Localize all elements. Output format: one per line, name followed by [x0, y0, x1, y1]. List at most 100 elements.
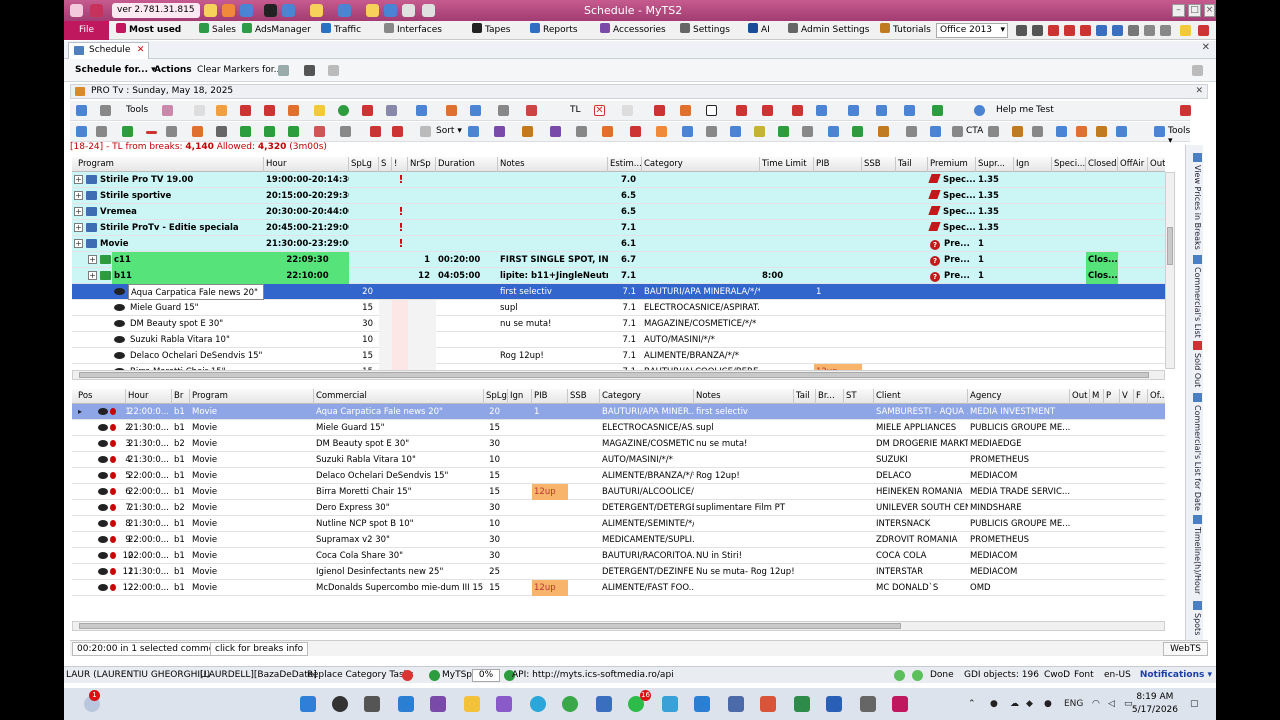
- column-header-splg[interactable]: SpLg: [349, 157, 379, 172]
- grid-icon-10[interactable]: [392, 126, 403, 137]
- tray-chevron-icon[interactable]: ⌃: [968, 699, 976, 709]
- clock-icon[interactable]: [498, 105, 509, 116]
- app-icon-3[interactable]: [662, 696, 678, 712]
- quick-access-icon-2[interactable]: [240, 4, 253, 17]
- close-tab-icon[interactable]: ✕: [137, 43, 145, 58]
- sort-icon[interactable]: [420, 126, 431, 137]
- grid-icon-4[interactable]: [192, 126, 203, 137]
- grid-icon-22[interactable]: [754, 126, 765, 137]
- program-row[interactable]: + Stirile Pro TV 19.00 19:00:00-20:14:30! 7…: [72, 172, 1165, 188]
- maximize-button[interactable]: □: [1188, 4, 1201, 17]
- grid-icon-21[interactable]: [730, 126, 741, 137]
- column-header-closed[interactable]: Closed: [1086, 157, 1118, 172]
- menu-admin-settings[interactable]: Admin Settings: [788, 21, 869, 40]
- grid-icon-18[interactable]: [656, 126, 667, 137]
- column-header-program[interactable]: Program: [190, 389, 314, 404]
- sort-button[interactable]: Sort ▾: [436, 126, 462, 136]
- tab-view-prices-in-breaks[interactable]: View Prices in Breaks: [1188, 153, 1202, 250]
- quick-access-icon-4[interactable]: [282, 4, 295, 17]
- column-header-pos[interactable]: Pos: [76, 389, 126, 404]
- expand-toggle-icon[interactable]: +: [74, 175, 83, 184]
- text-size-icon[interactable]: [1016, 25, 1027, 36]
- grid-icon-17[interactable]: [630, 126, 641, 137]
- grid-icon-19[interactable]: [682, 126, 693, 137]
- microphone-icon[interactable]: ●: [1044, 699, 1052, 709]
- commercials-grid-hscroll[interactable]: [72, 621, 1165, 631]
- percent-icon[interactable]: [1144, 25, 1155, 36]
- commercial-row[interactable]: 3 21:30:0... b2 Movie DM Beauty spot E 30" 30…: [72, 436, 1165, 452]
- column-header-v[interactable]: V: [1120, 389, 1134, 404]
- test-button[interactable]: Test: [1036, 105, 1054, 115]
- column-header-timelimit[interactable]: Time Limit: [760, 157, 814, 172]
- tool-icon-19[interactable]: [904, 105, 915, 116]
- column-header-p[interactable]: P: [1104, 389, 1120, 404]
- app-icon-2[interactable]: [430, 696, 446, 712]
- column-header-out[interactable]: Out: [1070, 389, 1090, 404]
- eye-icon[interactable]: [98, 504, 108, 511]
- tray-cloud-icon[interactable]: ☁: [1010, 699, 1019, 709]
- lightbulb-icon[interactable]: [1180, 25, 1191, 36]
- eye-icon[interactable]: [114, 336, 125, 343]
- grid-icon-2[interactable]: [96, 126, 107, 137]
- column-header-offair[interactable]: OffAir: [1118, 157, 1148, 172]
- app-icon-4[interactable]: [694, 696, 710, 712]
- commercial-row[interactable]: 11 21:30:0... b1 Movie Igienol Desinfectants…: [72, 564, 1165, 580]
- expand-toggle-icon[interactable]: +: [74, 223, 83, 232]
- menu-tapes[interactable]: Tapes: [472, 21, 510, 40]
- eye-icon[interactable]: [114, 320, 125, 327]
- eye-icon[interactable]: [98, 520, 108, 527]
- visual-studio-icon[interactable]: [496, 696, 512, 712]
- tool-icon-6[interactable]: [362, 105, 373, 116]
- menu-adsmanager[interactable]: AdsManager: [242, 21, 311, 40]
- clear-markers-button[interactable]: Clear Markers for...: [197, 65, 282, 75]
- stop-icon[interactable]: [706, 105, 717, 116]
- notification-center-icon[interactable]: ▢: [1190, 699, 1199, 709]
- settings-small-icon[interactable]: [304, 65, 315, 76]
- tool-icon-2[interactable]: [216, 105, 227, 116]
- eye-icon[interactable]: [114, 352, 125, 359]
- break-row[interactable]: + c11 22:09:30 1 00:20:00 FIRST SINGLE SPOT, …: [72, 252, 1165, 268]
- column-header-duration[interactable]: Duration: [436, 157, 498, 172]
- tab-timeline-hour[interactable]: Timeline(h)/Hour: [1188, 515, 1202, 594]
- column-header-estim[interactable]: Estim...: [608, 157, 642, 172]
- help-circle-icon[interactable]: [1112, 25, 1123, 36]
- commercial-row[interactable]: ▸ 1 22:00:0... b1 Movie Aqua Carpatica Fale n…: [72, 404, 1165, 420]
- close-document-icon[interactable]: ✕: [1202, 42, 1210, 53]
- tool-icon-10[interactable]: [526, 105, 537, 116]
- close-channel-icon[interactable]: ✕: [1195, 85, 1203, 98]
- notifications-button[interactable]: Notifications ▾: [1140, 669, 1212, 682]
- column-header-pib[interactable]: PIB: [532, 389, 568, 404]
- grid-icon-5[interactable]: [240, 126, 251, 137]
- mail-icon[interactable]: [1128, 25, 1139, 36]
- help-me-icon[interactable]: [974, 105, 985, 116]
- gear2-icon[interactable]: [100, 105, 111, 116]
- eye-icon[interactable]: [98, 488, 108, 495]
- column-header-nrsp[interactable]: NrSp: [408, 157, 436, 172]
- actions-button[interactable]: Actions: [154, 65, 192, 75]
- tool-icon-1[interactable]: [194, 105, 205, 116]
- tools-menu-icon[interactable]: [1154, 126, 1165, 137]
- commercial-row[interactable]: 7 21:30:0... b2 Movie Dero Express 30" 30 DETE…: [72, 500, 1165, 516]
- tool-icon-14[interactable]: [762, 105, 773, 116]
- youtube-icon[interactable]: [1064, 25, 1075, 36]
- column-header-hour[interactable]: Hour: [264, 157, 349, 172]
- eye-toolbar-icon[interactable]: [216, 126, 227, 137]
- task-view-icon[interactable]: [364, 696, 380, 712]
- program-row[interactable]: + Movie 21:30:00-23:29:00! 6.1? Pre... 1: [72, 236, 1165, 252]
- menu-ai[interactable]: AI: [748, 21, 770, 40]
- theme-select[interactable]: Office 2013 ▾: [936, 23, 1008, 38]
- column-header-st[interactable]: ST: [844, 389, 874, 404]
- column-header-category[interactable]: Category: [600, 389, 694, 404]
- tool-icon-17[interactable]: [848, 105, 859, 116]
- cta-icon[interactable]: [952, 126, 963, 137]
- grid-icon-31[interactable]: [1012, 126, 1023, 137]
- tool-icon-20[interactable]: [932, 105, 943, 116]
- search-icon[interactable]: [332, 696, 348, 712]
- quick-access-icon-10[interactable]: [422, 4, 435, 17]
- quick-access-icon-1[interactable]: [222, 4, 235, 17]
- language-indicator[interactable]: ENG: [1064, 699, 1083, 709]
- grid-icon-34[interactable]: [1096, 126, 1107, 137]
- tools-icon[interactable]: [1160, 25, 1171, 36]
- cta-button[interactable]: CTA: [966, 126, 983, 136]
- expand-toggle-icon[interactable]: +: [88, 255, 97, 264]
